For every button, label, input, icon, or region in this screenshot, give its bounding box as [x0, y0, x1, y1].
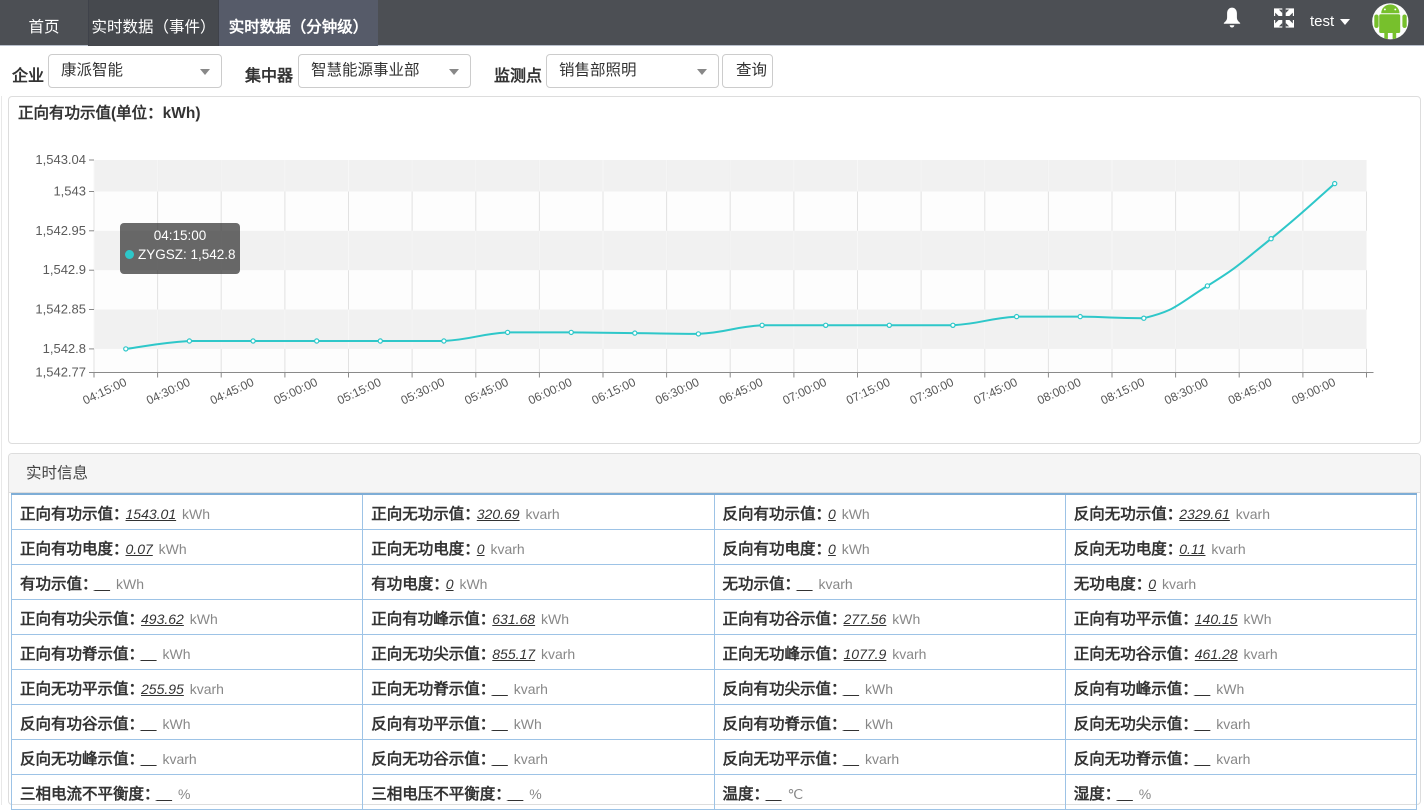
- svg-text:04:45:00: 04:45:00: [208, 375, 257, 408]
- svg-text:07:15:00: 07:15:00: [844, 375, 893, 408]
- svg-text:06:00:00: 06:00:00: [526, 375, 575, 408]
- svg-text:07:30:00: 07:30:00: [908, 375, 957, 408]
- svg-text:07:00:00: 07:00:00: [780, 375, 829, 408]
- svg-text:1,543: 1,543: [53, 184, 86, 199]
- svg-text:09:00:00: 09:00:00: [1289, 375, 1338, 408]
- svg-text:06:30:00: 06:30:00: [653, 375, 702, 408]
- svg-text:05:15:00: 05:15:00: [335, 375, 384, 408]
- svg-text:06:45:00: 06:45:00: [717, 375, 766, 408]
- svg-text:08:15:00: 08:15:00: [1099, 375, 1148, 408]
- svg-text:1,543.04: 1,543.04: [35, 152, 86, 167]
- svg-text:1,542.77: 1,542.77: [35, 365, 86, 380]
- svg-text:06:15:00: 06:15:00: [590, 375, 639, 408]
- svg-text:1,542.8: 1,542.8: [43, 341, 86, 356]
- svg-text:07:45:00: 07:45:00: [971, 375, 1020, 408]
- svg-text:05:45:00: 05:45:00: [462, 375, 511, 408]
- svg-text:08:30:00: 08:30:00: [1162, 375, 1211, 408]
- svg-text:05:00:00: 05:00:00: [271, 375, 320, 408]
- svg-text:05:30:00: 05:30:00: [399, 375, 448, 408]
- svg-text:04:30:00: 04:30:00: [144, 375, 193, 408]
- svg-text:1,542.9: 1,542.9: [43, 262, 86, 277]
- svg-text:08:00:00: 08:00:00: [1035, 375, 1084, 408]
- svg-text:04:15:00: 04:15:00: [81, 375, 130, 408]
- svg-text:08:45:00: 08:45:00: [1226, 375, 1275, 408]
- svg-text:1,542.85: 1,542.85: [35, 302, 86, 317]
- svg-text:1,542.95: 1,542.95: [35, 223, 86, 238]
